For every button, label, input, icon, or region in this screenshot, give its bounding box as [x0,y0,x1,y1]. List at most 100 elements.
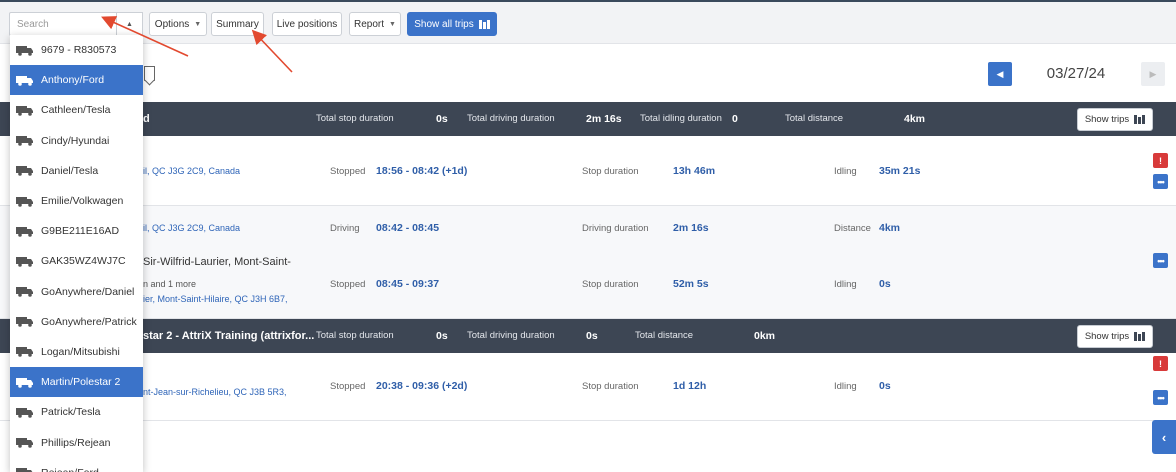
trip-time: 08:45 - 09:37 [376,278,440,290]
vehicle-list-item[interactable]: Logan/Mitsubishi [10,337,143,367]
vehicle-list-item[interactable]: GoAnywhere/Patrick [10,307,143,337]
vehicle-list-label: GoAnywhere/Patrick [41,315,137,328]
total-driving-value: 2m 16s [586,113,622,125]
caret-up-icon: ▲ [126,20,133,28]
truck-icon [16,45,33,56]
show-trips-label: Show trips [1084,114,1130,125]
vehicle-summary-bar: d Total stop duration 0s Total driving d… [0,102,1176,136]
show-trips-button[interactable]: Show trips [1077,325,1153,348]
truck-icon [16,407,33,418]
distance-value: 4km [879,222,901,234]
vehicle-summary-bar: star 2 - AttriX Training (attrixfor... T… [0,319,1176,353]
vehicle-dropdown: 9679 - R830573 Anthony/Ford Cathleen/Tesla… [10,35,143,472]
vehicle-list-item[interactable]: GAK35WZ4WJ7C [10,246,143,276]
vehicle-list-item[interactable]: Patrick/Tesla [10,397,143,427]
next-day-button[interactable]: ▶ [1141,62,1165,86]
total-distance-label: Total distance [635,330,694,341]
vehicle-list-label: Patrick/Tesla [41,406,101,419]
trip-row[interactable]: il, QC J3G 2C9, Canada Driving 08:42 - 0… [0,206,1176,319]
live-positions-button[interactable]: Live positions [272,12,342,36]
show-all-trips-button[interactable]: Show all trips [407,12,497,36]
total-idling-label: Total idling duration [640,113,722,124]
duration-value: 1d 12h [673,380,707,392]
vehicle-list-item[interactable]: Emilie/Volkwagen [10,186,143,216]
vehicle-list-label: 9679 - R830573 [41,44,117,57]
map-icon [1134,115,1146,124]
trip-time: 20:38 - 09:36 (+2d) [376,380,468,392]
more-icon[interactable]: ••• [1153,174,1168,189]
live-positions-label: Live positions [276,18,338,30]
duration-value: 13h 46m [673,165,716,177]
summary-button[interactable]: Summary [211,12,264,36]
truck-icon [16,166,33,177]
address-link[interactable]: il, QC J3G 2C9, Canada [143,166,240,176]
total-driving-value: 0s [586,330,598,342]
current-date[interactable]: 03/27/24 [1030,63,1122,85]
trip-row[interactable]: il, QC J3G 2C9, Canada Stopped 18:56 - 0… [0,136,1176,206]
truck-icon [16,105,33,116]
vehicle-list-label: GoAnywhere/Daniel [41,285,135,298]
duration-label: Stop duration [582,381,639,392]
search-dropdown-toggle[interactable]: ▲ [117,12,143,36]
show-trips-label: Show trips [1084,331,1130,342]
search-input[interactable] [9,12,117,36]
vehicle-list-item[interactable]: G9BE211E16AD [10,216,143,246]
vehicle-list-label: Cindy/Hyundai [41,134,110,147]
vehicle-list-item[interactable]: Phillips/Rejean [10,427,143,457]
address-link[interactable]: ier, Mont-Saint-Hilaire, QC J3H 6B7, [143,294,288,304]
show-trips-button[interactable]: Show trips [1077,108,1153,131]
duration-label: Stop duration [582,166,639,177]
vehicle-name: d [143,113,150,125]
vehicle-list-item[interactable]: Daniel/Tesla [10,156,143,186]
vehicle-list-item[interactable]: Rejean/Ford [10,458,143,472]
trip-state: Driving [330,223,360,234]
total-distance-value: 4km [904,113,926,125]
trip-state: Stopped [330,279,366,290]
idling-value: 0s [879,380,891,392]
warning-icon[interactable]: ! [1153,153,1168,168]
vehicle-list-item[interactable]: Martin/Polestar 2 [10,367,143,398]
trip-row[interactable]: nt-Jean-sur-Richelieu, QC J3B 5R3, Stopp… [0,353,1176,421]
more-icon[interactable]: ••• [1153,253,1168,268]
vehicle-list-label: Logan/Mitsubishi [41,345,120,358]
truck-icon [16,438,33,448]
vehicle-list-label: Emilie/Volkwagen [41,195,124,208]
total-driving-label: Total driving duration [467,113,555,124]
truck-icon [16,226,33,237]
panel-toggle-button[interactable]: ‹ [1152,420,1176,454]
report-button[interactable]: Report ▼ [349,12,401,36]
distance-label: Distance [834,223,871,234]
vehicle-list-item[interactable]: GoAnywhere/Daniel [10,277,143,307]
idling-value: 0s [879,278,891,290]
truck-icon [16,317,33,328]
truck-icon [16,136,33,146]
warning-icon[interactable]: ! [1153,356,1168,371]
bookmark-icon[interactable] [144,66,155,81]
stop-more[interactable]: n and 1 more [143,279,196,289]
caret-down-icon: ▼ [389,20,396,28]
more-icon[interactable]: ••• [1153,390,1168,405]
map-icon [1134,332,1146,341]
show-all-trips-label: Show all trips [414,18,474,30]
total-driving-label: Total driving duration [467,330,555,341]
vehicle-list-label: G9BE211E16AD [41,225,120,238]
vehicle-list-label: GAK35WZ4WJ7C [41,255,126,268]
vehicle-list-item[interactable]: Cindy/Hyundai [10,126,143,156]
vehicle-name: star 2 - AttriX Training (attrixfor... [143,330,315,342]
vehicle-list-item[interactable]: Anthony/Ford [10,65,143,96]
total-distance-value: 0km [754,330,776,342]
vehicle-list-item[interactable]: 9679 - R830573 [10,35,143,65]
duration-label: Stop duration [582,279,639,290]
idling-label: Idling [834,166,857,177]
address-link[interactable]: nt-Jean-sur-Richelieu, QC J3B 5R3, [143,387,287,397]
vehicle-list-item[interactable]: Cathleen/Tesla [10,95,143,125]
summary-label: Summary [216,18,259,30]
vehicle-list-label: Phillips/Rejean [41,436,111,449]
vehicle-list-label: Rejean/Ford [41,467,99,472]
address-link[interactable]: il, QC J3G 2C9, Canada [143,223,240,233]
idling-label: Idling [834,279,857,290]
options-button[interactable]: Options ▼ [149,12,207,36]
previous-day-button[interactable]: ◀ [988,62,1012,86]
trip-state: Stopped [330,166,366,177]
caret-down-icon: ▼ [194,20,202,28]
